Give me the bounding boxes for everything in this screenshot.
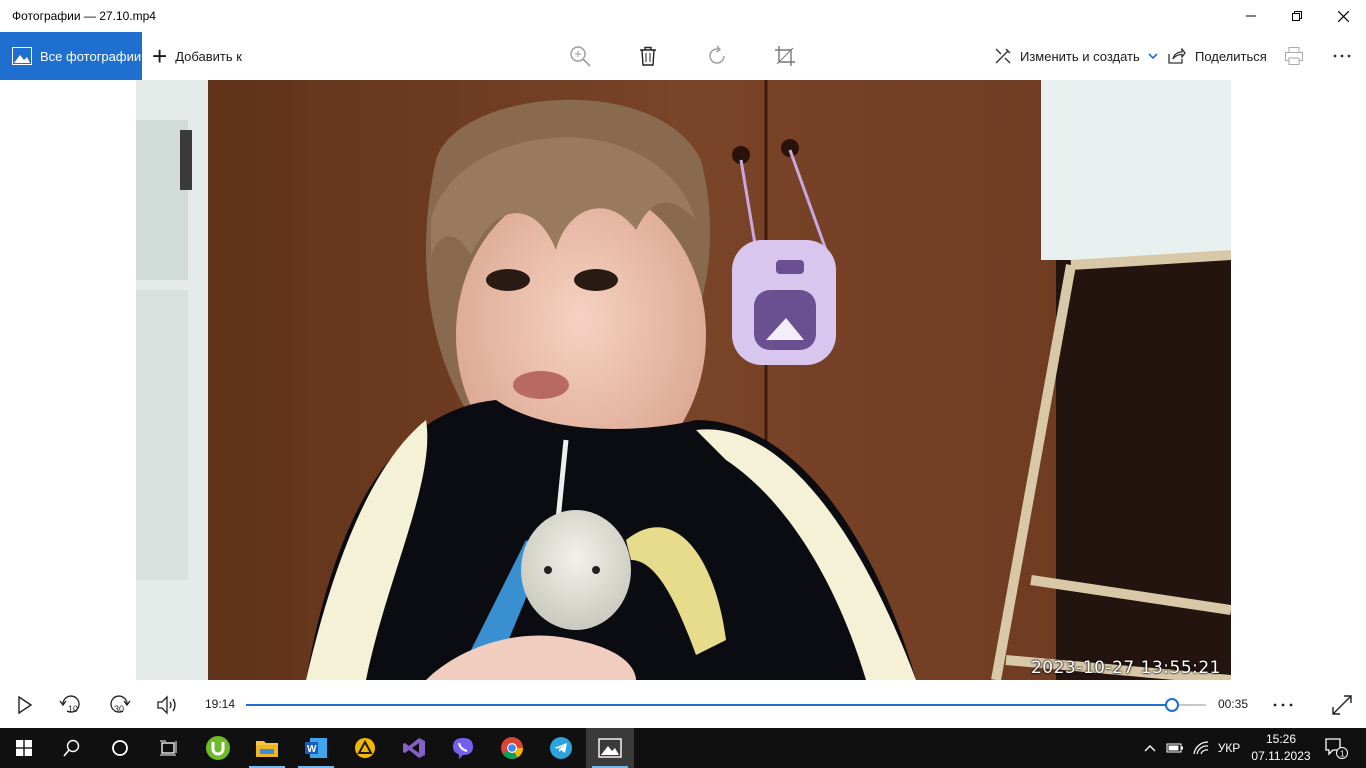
remaining-time: 00:35	[1218, 697, 1249, 711]
task-view-icon	[160, 740, 177, 756]
viber-icon	[453, 738, 473, 759]
taskbar-app-viber[interactable]	[439, 728, 487, 768]
playback-controls: 10 30 19:14 00:35	[0, 680, 1366, 728]
add-to-button[interactable]: + Добавить к	[152, 32, 242, 80]
title-bar: Фотографии — 27.10.mp4	[0, 0, 1366, 32]
taskbar-app-file-explorer[interactable]	[243, 728, 291, 768]
all-photos-button[interactable]: Все фотографии	[0, 32, 142, 80]
clock-time: 15:26	[1265, 732, 1297, 746]
chrome-icon	[501, 737, 523, 759]
video-viewport[interactable]: 2023-10-27 13:55:21	[0, 80, 1366, 680]
seek-bar[interactable]	[246, 698, 1206, 712]
print-icon	[1285, 47, 1303, 65]
more-icon	[1273, 703, 1293, 707]
edit-create-label: Изменить и создать	[1020, 48, 1140, 64]
skip-back-button[interactable]: 10	[58, 692, 84, 718]
rotate-icon	[709, 45, 725, 64]
restore-icon	[1292, 11, 1302, 21]
play-icon	[18, 696, 33, 714]
add-to-label: Добавить к	[175, 48, 242, 64]
volume-button[interactable]	[155, 692, 181, 718]
share-icon	[1168, 48, 1186, 64]
search-button[interactable]	[48, 728, 96, 768]
zoom-button[interactable]	[566, 42, 594, 70]
start-button[interactable]	[0, 728, 48, 768]
search-icon	[63, 739, 80, 757]
task-view-button[interactable]	[144, 728, 192, 768]
print-button[interactable]	[1280, 42, 1308, 70]
zoom-icon	[570, 46, 591, 67]
language-indicator[interactable]: УКР	[1214, 728, 1244, 768]
delete-icon	[640, 46, 656, 66]
close-button[interactable]	[1320, 0, 1366, 32]
seek-bar-progress	[246, 704, 1173, 706]
action-center-button[interactable]: 1	[1318, 728, 1354, 768]
play-button[interactable]	[12, 692, 38, 718]
photos-icon	[598, 738, 622, 758]
app-toolbar: Все фотографии + Добавить к Изменить и с…	[0, 32, 1366, 80]
more-icon	[1333, 54, 1351, 58]
skip-forward-label: 30	[114, 704, 124, 714]
battery-button[interactable]	[1164, 728, 1186, 768]
minimize-icon	[1246, 15, 1256, 17]
cortana-button[interactable]	[96, 728, 144, 768]
share-label: Поделиться	[1195, 48, 1267, 64]
notification-count: 1	[1340, 750, 1345, 759]
plus-icon: +	[152, 41, 168, 71]
wifi-icon	[1193, 741, 1209, 755]
close-icon	[1337, 10, 1349, 22]
skip-forward-icon: 30	[110, 695, 131, 714]
playback-more-button[interactable]	[1270, 692, 1296, 718]
taskbar-clock[interactable]: 15:26 07.11.2023	[1248, 731, 1314, 765]
fullscreen-button[interactable]	[1329, 692, 1355, 718]
edit-create-icon	[995, 48, 1011, 64]
rotate-button[interactable]	[703, 42, 731, 70]
crop-button[interactable]	[771, 42, 799, 70]
skip-back-label: 10	[68, 704, 78, 714]
taskbar-app-word[interactable]: W	[292, 728, 340, 768]
delete-button[interactable]	[634, 42, 662, 70]
edit-create-button[interactable]: Изменить и создать	[994, 32, 1158, 80]
restore-button[interactable]	[1274, 0, 1320, 32]
seek-bar-thumb[interactable]	[1165, 698, 1180, 712]
taskbar: W УКР 15:26 07.11.2023 1	[0, 728, 1366, 768]
video-scene	[136, 80, 1231, 680]
video-timestamp-overlay: 2023-10-27 13:55:21	[1030, 658, 1221, 678]
taskbar-app-triangle[interactable]	[341, 728, 389, 768]
word-icon: W	[305, 738, 327, 758]
skip-forward-button[interactable]: 30	[106, 692, 132, 718]
taskbar-app-chrome[interactable]	[488, 728, 536, 768]
clock-date: 07.11.2023	[1251, 749, 1311, 763]
cortana-icon	[112, 740, 128, 756]
network-button[interactable]	[1190, 728, 1212, 768]
utorrent-icon	[206, 736, 230, 760]
fullscreen-icon	[1332, 695, 1352, 715]
taskbar-app-photos[interactable]	[586, 728, 634, 768]
tray-overflow-button[interactable]	[1140, 728, 1160, 768]
visual-studio-icon	[403, 738, 425, 758]
video-frame: 2023-10-27 13:55:21	[136, 80, 1231, 680]
chevron-up-icon	[1144, 745, 1156, 752]
notification-icon: 1	[1325, 738, 1348, 759]
skip-back-icon: 10	[59, 695, 80, 714]
crop-icon	[775, 46, 795, 66]
taskbar-app-telegram[interactable]	[537, 728, 585, 768]
triangle-app-icon	[355, 738, 375, 758]
folder-icon	[256, 741, 278, 757]
minimize-button[interactable]	[1228, 0, 1274, 32]
more-button[interactable]	[1328, 42, 1356, 70]
window-title: Фотографии — 27.10.mp4	[12, 9, 156, 23]
battery-icon	[1166, 743, 1183, 753]
telegram-icon	[550, 737, 572, 759]
photo-icon	[12, 47, 32, 65]
elapsed-time: 19:14	[205, 697, 236, 711]
chevron-down-icon	[1148, 53, 1158, 60]
volume-icon	[157, 695, 176, 715]
windows-icon	[16, 740, 32, 756]
taskbar-app-visual-studio[interactable]	[390, 728, 438, 768]
svg-text:W: W	[307, 744, 317, 755]
all-photos-label: Все фотографии	[40, 48, 142, 64]
taskbar-app-utorrent[interactable]	[194, 728, 242, 768]
share-button[interactable]: Поделиться	[1168, 32, 1267, 80]
